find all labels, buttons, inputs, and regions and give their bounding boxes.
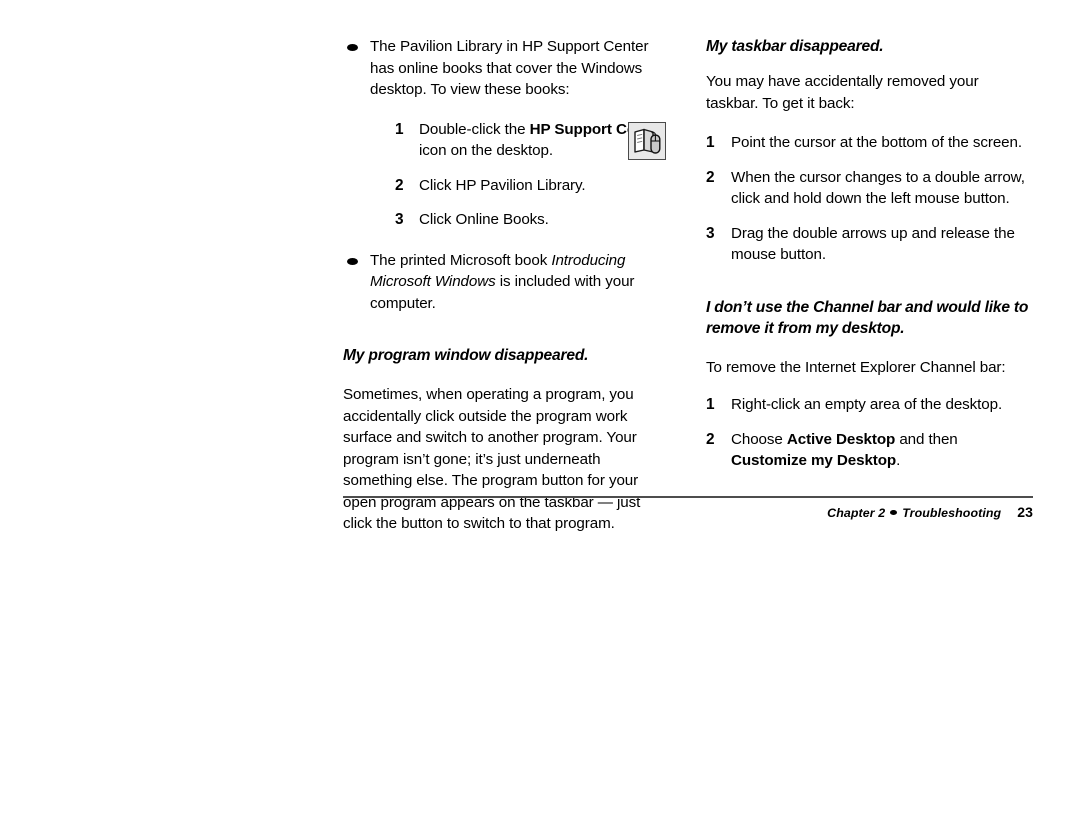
list-item: 2 Choose Active Desktop and then Customi… <box>706 429 1032 472</box>
bullet-icon <box>347 44 358 51</box>
list-item: 2 When the cursor changes to a double ar… <box>706 167 1032 210</box>
list-item: 3 Click Online Books. <box>395 209 668 231</box>
step-number: 3 <box>395 211 404 228</box>
step-number: 3 <box>706 224 715 242</box>
taskbar-steps: 1 Point the cursor at the bottom of the … <box>706 132 1032 266</box>
menu-item-active-desktop: Active Desktop <box>786 430 896 448</box>
footer-divider <box>343 496 1033 498</box>
bullet-text-lead: The printed Microsoft book <box>370 251 552 269</box>
section-body-channel-bar: To remove the Internet Explorer Channel … <box>706 358 1006 376</box>
step-number: 1 <box>706 396 715 413</box>
step-text: Choose Active Desktop and then Customize… <box>731 429 1032 472</box>
step-text: Click Online Books. <box>419 211 549 228</box>
bullet-icon <box>347 257 358 265</box>
footer-chapter-title: Troubleshooting <box>902 506 1002 520</box>
step-text-tail: . <box>896 452 901 469</box>
list-item: 1 Right-click an empty area of the deskt… <box>706 394 1032 416</box>
page-footer: Chapter 2 Troubleshooting 23 <box>343 504 1033 520</box>
step-text-lead: Double-click the <box>419 120 530 138</box>
section-heading-channel-bar: I don’t use the Channel bar and would li… <box>706 298 1029 337</box>
hp-support-center-icon <box>628 122 666 160</box>
page-number: 23 <box>1017 504 1033 520</box>
step-number: 2 <box>395 176 404 194</box>
step-text-tail: icon on the desktop. <box>419 142 553 159</box>
step-text: Click HP Pavilion Library. <box>419 176 586 194</box>
channel-bar-steps: 1 Right-click an empty area of the deskt… <box>706 394 1032 472</box>
step-text-middle: and then <box>895 430 958 448</box>
step-text-lead: Choose <box>731 430 787 448</box>
list-item: 1 Point the cursor at the bottom of the … <box>706 132 1032 154</box>
bullet-item-printed-book: The printed Microsoft book Introducing M… <box>343 250 668 315</box>
step-number: 2 <box>706 430 715 448</box>
left-column: The Pavilion Library in HP Support Cente… <box>343 36 668 549</box>
section-heading-program-window: My program window disappeared. <box>343 347 589 364</box>
footer-chapter-label: Chapter 2 <box>827 506 886 520</box>
bullet-text: The Pavilion Library in HP Support Cente… <box>370 38 649 98</box>
step-number: 1 <box>395 120 404 138</box>
step-number: 2 <box>706 168 715 186</box>
step-number: 1 <box>706 134 715 151</box>
menu-item-customize-my-desktop: Customize my Desktop <box>731 452 897 469</box>
manual-page: The Pavilion Library in HP Support Cente… <box>0 0 1080 834</box>
bullet-item-pavilion-library: The Pavilion Library in HP Support Cente… <box>343 36 668 231</box>
list-item: 3 Drag the double arrows up and release … <box>706 223 1032 266</box>
step-text: Right-click an empty area of the desktop… <box>731 396 1003 413</box>
section-heading-taskbar: My taskbar disappeared. <box>706 38 884 55</box>
list-item: 2 Click HP Pavilion Library. <box>395 175 668 197</box>
footer-separator-icon <box>890 510 898 516</box>
section-body-taskbar: You may have accidentally removed your t… <box>706 73 979 112</box>
right-column: My taskbar disappeared. You may have acc… <box>706 36 1032 485</box>
step-text: When the cursor changes to a double arro… <box>731 168 1025 208</box>
step-text: Drag the double arrows up and release th… <box>731 224 1015 264</box>
step-text: Point the cursor at the bottom of the sc… <box>731 134 1022 151</box>
